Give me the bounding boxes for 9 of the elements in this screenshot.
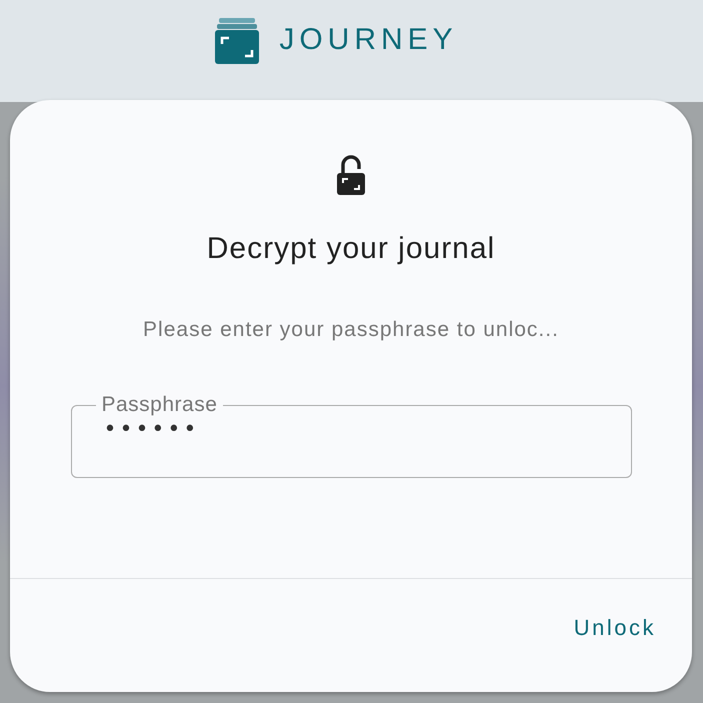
unlock-button[interactable]: Unlock [574,615,656,641]
passphrase-input[interactable]: •••••• [102,416,604,443]
dialog-message: Please enter your passphrase to unloc... [143,318,559,342]
brand-name: JOURNEY [279,22,458,58]
journal-stack-icon [215,18,260,64]
field-label: Passphrase [100,394,218,416]
passphrase-field[interactable]: Passphrase •••••• [70,394,632,478]
lock-icon [336,154,366,196]
dialog-title: Decrypt your journal [206,232,496,266]
